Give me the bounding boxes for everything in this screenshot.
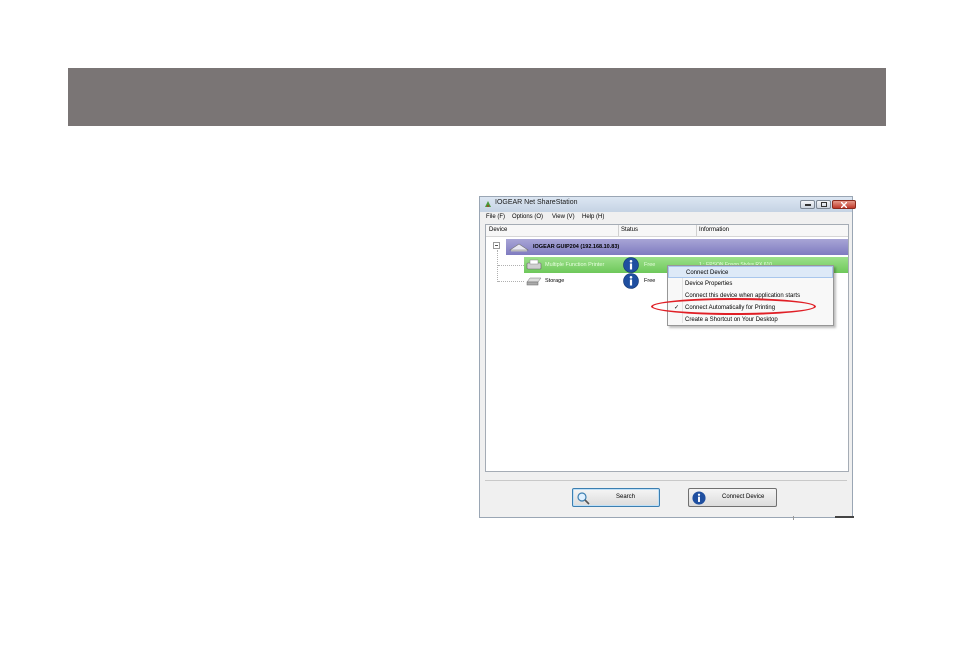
ctx-device-properties[interactable]: Device Properties — [668, 278, 833, 290]
close-icon — [841, 201, 847, 208]
search-button-label: Search — [616, 494, 636, 500]
menu-file[interactable]: File (F) — [486, 214, 505, 220]
printer-icon — [526, 259, 542, 270]
ctx-item-label: Create a Shortcut on Your Desktop — [685, 317, 778, 323]
context-menu: Connect Device Device Properties Connect… — [667, 265, 834, 326]
app-logo-icon — [485, 201, 491, 207]
search-icon — [577, 492, 590, 505]
collapse-toggle[interactable] — [493, 242, 500, 249]
network-hub-icon — [509, 243, 529, 252]
minimize-icon — [804, 204, 811, 206]
info-icon — [623, 273, 639, 289]
device-status: Free — [644, 262, 656, 268]
minimize-button[interactable] — [800, 200, 815, 209]
menu-help[interactable]: Help (H) — [582, 214, 604, 220]
window-title: IOGEAR Net ShareStation — [495, 199, 578, 206]
column-information[interactable]: Information — [699, 227, 729, 233]
hub-label: IOGEAR GUIP204 (192.168.10.83) — [533, 244, 620, 250]
header-banner — [68, 68, 886, 126]
ctx-item-label: Device Properties — [685, 281, 733, 287]
column-separator — [696, 225, 697, 236]
ctx-item-label: Connect Device — [686, 270, 729, 276]
divider — [485, 480, 847, 481]
hub-row[interactable]: IOGEAR GUIP204 (192.168.10.83) — [506, 239, 848, 255]
divider — [793, 516, 794, 520]
column-device[interactable]: Device — [489, 227, 507, 233]
app-window: IOGEAR Net ShareStation File (F) Options… — [479, 196, 856, 518]
device-name: Multiple Function Printer — [545, 262, 605, 268]
highlight-ellipse — [651, 298, 816, 315]
menu-view[interactable]: View (V) — [552, 214, 575, 220]
device-list[interactable]: Device Status Information IOGEAR GUIP204… — [485, 224, 849, 472]
maximize-button[interactable] — [816, 200, 831, 209]
drive-icon — [526, 277, 542, 286]
search-button[interactable]: Search — [572, 488, 660, 507]
tree-line — [498, 265, 524, 267]
column-separator — [618, 225, 619, 236]
list-header: Device Status Information — [486, 225, 848, 237]
ctx-create-shortcut[interactable]: Create a Shortcut on Your Desktop — [668, 314, 833, 326]
info-icon — [623, 257, 639, 273]
connect-device-button[interactable]: Connect Device — [688, 488, 777, 507]
divider — [835, 516, 854, 518]
column-status[interactable]: Status — [621, 227, 638, 233]
ctx-connect-device[interactable]: Connect Device — [668, 266, 833, 278]
menu-bar: File (F) Options (O) View (V) Help (H) — [480, 212, 852, 222]
close-button[interactable] — [832, 200, 856, 209]
title-bar[interactable]: IOGEAR Net ShareStation — [480, 197, 856, 212]
tree-line — [498, 281, 524, 283]
connect-device-button-label: Connect Device — [722, 494, 765, 500]
info-icon — [692, 491, 706, 505]
device-status: Free — [644, 278, 656, 284]
menu-options[interactable]: Options (O) — [512, 214, 543, 220]
device-name: Storage — [545, 278, 565, 284]
maximize-icon — [820, 202, 827, 207]
